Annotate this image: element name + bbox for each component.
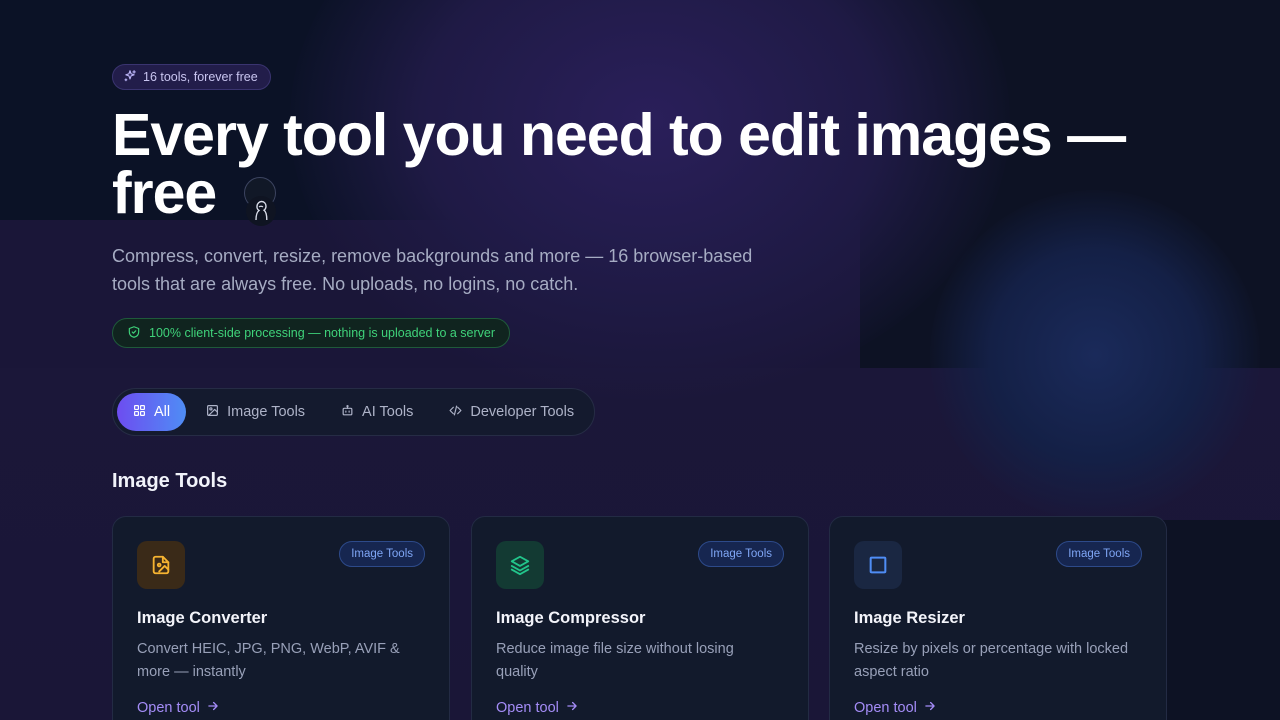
filter-developer-tools[interactable]: Developer Tools — [433, 393, 590, 431]
open-tool-link[interactable]: Open tool — [496, 699, 579, 717]
grid-icon — [133, 404, 146, 421]
arrow-right-icon — [565, 699, 579, 717]
tool-card-image-resizer[interactable]: Image Tools Image Resizer Resize by pixe… — [829, 516, 1167, 720]
page-title-line2: free — [112, 160, 217, 226]
arrow-right-icon — [923, 699, 937, 717]
open-tool-link[interactable]: Open tool — [137, 699, 220, 717]
card-title: Image Resizer — [854, 609, 965, 627]
filter-all-label: All — [154, 404, 171, 420]
filter-all[interactable]: All — [117, 393, 187, 431]
filter-ai-tools[interactable]: AI Tools — [325, 393, 429, 431]
sparkles-icon — [123, 69, 137, 86]
filter-image-tools-label: Image Tools — [227, 404, 306, 420]
code-icon — [449, 404, 462, 421]
privacy-badge: 100% client-side processing — nothing is… — [112, 318, 511, 348]
arrow-right-icon — [206, 699, 220, 717]
open-tool-link[interactable]: Open tool — [854, 699, 937, 717]
file-image-icon — [137, 541, 185, 589]
open-tool-link-label: Open tool — [137, 700, 200, 716]
robot-icon — [341, 404, 354, 421]
card-title: Image Compressor — [496, 609, 646, 627]
shield-check-icon — [127, 325, 141, 342]
card-title: Image Converter — [137, 609, 268, 627]
image-icon — [206, 404, 219, 421]
open-tool-link-label: Open tool — [496, 700, 559, 716]
card-description: Reduce image file size without losing qu… — [496, 641, 734, 680]
category-filter-bar: All Image Tools AI Tools Developer Tools — [112, 388, 596, 436]
card-description: Resize by pixels or percentage with lock… — [854, 641, 1129, 680]
tool-card-image-compressor[interactable]: Image Tools Image Compressor Reduce imag… — [471, 516, 809, 720]
tool-card-image-converter[interactable]: Image Tools Image Converter Convert HEIC… — [112, 516, 450, 720]
free-tools-badge: 16 tools, forever free — [112, 64, 271, 90]
free-tools-badge-label: 16 tools, forever free — [143, 70, 258, 84]
square-icon — [854, 541, 902, 589]
privacy-badge-label: 100% client-side processing — nothing is… — [149, 326, 496, 340]
open-tool-link-label: Open tool — [854, 700, 917, 716]
page-title-line1: Every tool you need to edit images — — [112, 102, 1126, 168]
filter-ai-tools-label: AI Tools — [362, 404, 414, 420]
category-badge: Image Tools — [698, 541, 784, 567]
page-subtitle: Compress, convert, resize, remove backgr… — [112, 246, 753, 294]
filter-image-tools[interactable]: Image Tools — [190, 393, 321, 431]
filter-developer-tools-label: Developer Tools — [470, 404, 575, 420]
category-badge: Image Tools — [339, 541, 425, 567]
page-title: Every tool you need to edit images — fre… — [112, 106, 1192, 227]
layers-icon — [496, 541, 544, 589]
section-title: Image Tools — [112, 470, 228, 492]
avatar-icon — [243, 177, 276, 227]
card-description: Convert HEIC, JPG, PNG, WebP, AVIF & mor… — [137, 641, 400, 680]
category-badge: Image Tools — [1056, 541, 1142, 567]
